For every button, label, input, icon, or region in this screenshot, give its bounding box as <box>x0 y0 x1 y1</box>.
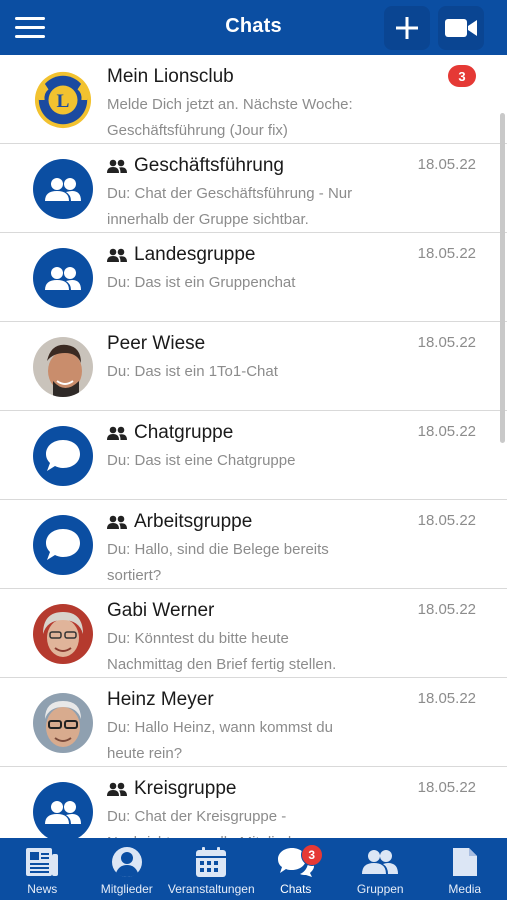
chat-preview: Du: Könntest du bitte heute Nachmittag d… <box>107 630 337 673</box>
chat-preview: Melde Dich jetzt an. Nächste Woche: Gesc… <box>107 96 353 139</box>
chat-name: Chatgruppe <box>107 422 233 444</box>
calendar-icon <box>196 847 227 877</box>
nav-item-news[interactable]: News <box>0 838 84 900</box>
nav-label: Mitglieder <box>100 882 153 896</box>
person-photo-peer <box>33 337 93 397</box>
nav-label: Media <box>448 882 482 896</box>
nav-label: Chats <box>280 882 312 896</box>
chat-name: Geschäftsführung <box>107 155 284 177</box>
chat-preview: Du: Hallo Heinz, wann kommst du heute re… <box>107 719 333 762</box>
chat-row-mein-lionsclub[interactable]: L Mein Lionsclub Melde Dich jetzt an. Nä… <box>0 55 507 144</box>
chat-preview: Du: Das ist ein 1To1-Chat <box>107 363 278 380</box>
nav-item-chats[interactable]: 3 Chats <box>254 838 338 900</box>
video-camera-icon <box>445 19 477 37</box>
group-icon <box>107 515 127 529</box>
chat-row-gabi-werner[interactable]: Gabi Werner Du: Könntest du bitte heute … <box>0 589 507 678</box>
lions-club-logo: L <box>33 70 93 130</box>
group-icon <box>362 850 399 874</box>
person-photo-heinz <box>33 693 93 753</box>
chat-name: Mein Lionsclub <box>107 66 234 87</box>
chat-preview: Du: Chat der Geschäftsführung - Nur inne… <box>107 185 353 228</box>
chat-preview: Du: Das ist ein Gruppenchat <box>107 274 296 291</box>
chat-name: Arbeitsgruppe <box>107 511 252 533</box>
chat-row-landesgruppe[interactable]: Landesgruppe Du: Das ist ein Gruppenchat… <box>0 233 507 322</box>
group-icon <box>107 248 127 262</box>
chat-row-chatgruppe[interactable]: Chatgruppe Du: Das ist eine Chatgruppe 1… <box>0 411 507 500</box>
chat-preview: Du: Chat der Kreisgruppe - Nachrichten a… <box>107 808 305 838</box>
nav-label: Veranstaltungen <box>167 882 255 896</box>
newspaper-icon <box>26 848 59 876</box>
app-header: Chats <box>0 0 507 55</box>
bottom-navigation: News Mitglieder Veranstaltungen 3 Chats … <box>0 838 507 900</box>
chat-date: 18.05.22 <box>417 779 476 796</box>
chat-date: 18.05.22 <box>417 512 476 529</box>
nav-item-media[interactable]: Media <box>423 838 507 900</box>
plus-icon <box>396 17 418 39</box>
nav-label: Gruppen <box>356 882 404 896</box>
person-icon <box>111 847 142 877</box>
chats-unread-badge: 3 <box>300 844 323 866</box>
chat-date: 18.05.22 <box>417 601 476 618</box>
nav-label: News <box>27 882 58 896</box>
page-title: Chats <box>225 15 282 37</box>
nav-item-mitglieder[interactable]: Mitglieder <box>85 838 169 900</box>
unread-badge: 3 <box>448 65 476 87</box>
chat-bubble-avatar-icon <box>33 426 93 486</box>
video-call-button[interactable] <box>438 6 484 50</box>
scrollbar[interactable] <box>500 113 505 443</box>
group-avatar-icon <box>33 782 93 838</box>
chat-bubble-avatar-icon <box>33 515 93 575</box>
group-icon <box>107 159 127 173</box>
chat-date: 18.05.22 <box>417 156 476 173</box>
person-photo-gabi <box>33 604 93 664</box>
group-icon <box>107 426 127 440</box>
chat-name: Kreisgruppe <box>107 778 236 800</box>
group-avatar-icon <box>33 159 93 219</box>
group-avatar-icon <box>33 248 93 308</box>
chat-date: 18.05.22 <box>417 245 476 262</box>
svg-text:L: L <box>57 91 70 112</box>
chat-list: L Mein Lionsclub Melde Dich jetzt an. Nä… <box>0 55 507 838</box>
chat-row-geschaeftsfuehrung[interactable]: Geschäftsführung Du: Chat der Geschäftsf… <box>0 144 507 233</box>
chat-name: Landesgruppe <box>107 244 256 266</box>
chat-row-peer-wiese[interactable]: Peer Wiese Du: Das ist ein 1To1-Chat 18.… <box>0 322 507 411</box>
chat-name: Peer Wiese <box>107 333 206 354</box>
chat-preview: Du: Das ist eine Chatgruppe <box>107 452 296 469</box>
chat-name: Heinz Meyer <box>107 689 214 710</box>
new-chat-button[interactable] <box>384 6 430 50</box>
chat-name: Gabi Werner <box>107 600 215 621</box>
chat-preview: Du: Hallo, sind die Belege bereits sorti… <box>107 541 329 584</box>
group-icon <box>107 782 127 796</box>
chat-date: 18.05.22 <box>417 423 476 440</box>
chat-row-arbeitsgruppe[interactable]: Arbeitsgruppe Du: Hallo, sind die Belege… <box>0 500 507 589</box>
chat-date: 18.05.22 <box>417 334 476 351</box>
document-icon <box>452 848 477 876</box>
chat-date: 18.05.22 <box>417 690 476 707</box>
nav-item-veranstaltungen[interactable]: Veranstaltungen <box>167 838 255 900</box>
chat-row-heinz-meyer[interactable]: Heinz Meyer Du: Hallo Heinz, wann kommst… <box>0 678 507 767</box>
chat-row-kreisgruppe[interactable]: Kreisgruppe Du: Chat der Kreisgruppe - N… <box>0 767 507 838</box>
nav-item-gruppen[interactable]: Gruppen <box>338 838 422 900</box>
